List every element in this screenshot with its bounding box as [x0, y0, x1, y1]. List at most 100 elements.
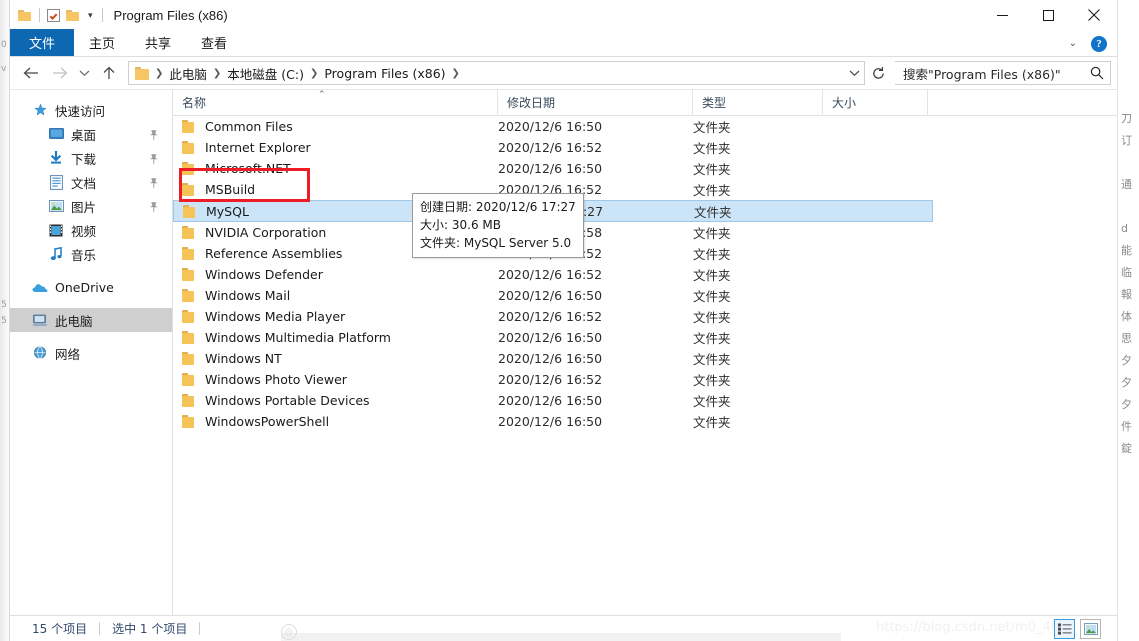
sidebar-item-label: 视频 [71, 223, 97, 239]
cell-name: Microsoft.NET [173, 161, 498, 176]
table-row[interactable]: Windows Portable Devices 2020/12/6 16:50 文… [173, 390, 1117, 411]
help-icon[interactable]: ? [1091, 35, 1107, 52]
toolbar-divider [39, 8, 40, 22]
table-row[interactable]: Internet Explorer 2020/12/6 16:52 文件夹 [173, 137, 1117, 158]
breadcrumb-separator-icon[interactable]: ❯ [308, 68, 320, 79]
table-row[interactable]: Windows Mail 2020/12/6 16:50 文件夹 [173, 285, 1117, 306]
breadcrumb-item-this-pc[interactable]: 此电脑 [165, 64, 211, 83]
sidebar-item-pictures[interactable]: 图片 [10, 194, 172, 218]
tab-home[interactable]: 主页 [74, 29, 130, 56]
pin-icon[interactable] [149, 128, 159, 140]
new-folder-icon[interactable] [66, 9, 80, 21]
title-bar: ▾ Program Files (x86) [10, 0, 1117, 30]
tab-file[interactable]: 文件 [10, 29, 75, 56]
table-row[interactable]: Microsoft.NET 2020/12/6 16:50 文件夹 [173, 158, 1117, 179]
column-header-date-modified[interactable]: 修改日期 [498, 90, 693, 116]
folder-icon[interactable] [18, 9, 32, 21]
file-name-label: Windows Multimedia Platform [205, 330, 391, 345]
cell-date-modified: 2020/12/6 16:52 [498, 140, 603, 155]
pin-icon[interactable] [149, 200, 159, 212]
file-rows: Common Files 2020/12/6 16:50 文件夹 Internet E… [173, 116, 1117, 432]
sidebar-item-music[interactable]: 音乐 [10, 242, 172, 266]
file-name-label: Internet Explorer [205, 140, 311, 155]
network-icon [32, 345, 48, 361]
table-row[interactable]: WindowsPowerShell 2020/12/6 16:50 文件夹 [173, 411, 1117, 432]
cell-date-modified: 2020/12/6 16:52 [498, 267, 603, 282]
table-row[interactable]: Windows Media Player 2020/12/6 16:52 文件夹 [173, 306, 1117, 327]
table-row[interactable]: Windows NT 2020/12/6 16:50 文件夹 [173, 348, 1117, 369]
view-mode-buttons [1054, 618, 1101, 639]
table-row[interactable]: Windows Defender 2020/12/6 16:52 文件夹 [173, 264, 1117, 285]
column-header-size[interactable]: 大小 [823, 90, 928, 116]
table-row[interactable]: Reference Assemblies2020/12/6 16:52文件夹 [173, 243, 1117, 264]
tab-share[interactable]: 共享 [130, 29, 186, 56]
properties-checkbox-icon[interactable] [47, 8, 60, 22]
customize-chevron-down-icon[interactable]: ▾ [86, 10, 95, 20]
table-row[interactable]: Windows Photo Viewer 2020/12/6 16:52 文件夹 [173, 369, 1117, 390]
table-row[interactable]: MSBuild 2020/12/6 16:52 文件夹 [173, 179, 1117, 200]
forward-arrow-icon[interactable] [46, 60, 72, 86]
table-row[interactable]: Common Files 2020/12/6 16:50 文件夹 [173, 116, 1117, 137]
file-name-label: Windows Portable Devices [205, 393, 370, 408]
details-view-icon[interactable] [1054, 618, 1075, 639]
table-row[interactable]: NVIDIA Corporation2020/12/6 16:58文件夹 [173, 222, 1117, 243]
large-icons-view-icon[interactable] [1080, 618, 1101, 639]
sidebar-item-quick-access[interactable]: 快速访问 [10, 98, 172, 122]
cell-date-modified: 2020/12/6 16:50 [498, 161, 603, 176]
folder-icon [182, 268, 197, 281]
close-icon[interactable] [1071, 0, 1117, 30]
cell-name: Windows Media Player [173, 309, 498, 324]
column-header-label: 大小 [832, 95, 857, 110]
sidebar-item-label: 快速访问 [55, 103, 106, 119]
pin-icon[interactable] [149, 152, 159, 164]
folder-icon [182, 352, 197, 365]
breadcrumb-separator-icon[interactable]: ❯ [450, 68, 462, 79]
breadcrumb-item-program-files-x86[interactable]: Program Files (x86) [320, 66, 449, 81]
tooltip-line-size: 大小: 30.6 MB [420, 218, 501, 232]
pin-icon[interactable] [149, 176, 159, 188]
cell-type: 文件夹 [694, 204, 732, 220]
maximize-icon[interactable] [1025, 0, 1071, 30]
sidebar-item-documents[interactable]: 文档 [10, 170, 172, 194]
status-item-count: 15 个项目 [32, 622, 88, 636]
tab-view[interactable]: 查看 [186, 29, 242, 56]
ribbon-expand-chevron-down-icon[interactable]: ⌄ [1065, 36, 1081, 51]
minimize-icon[interactable] [979, 0, 1025, 30]
file-name-label: Windows Mail [205, 288, 291, 303]
navigation-pane: 快速访问 桌面 下载 文档 图片 视频 音乐 OneDrive 此电脑 网络 [10, 90, 173, 615]
sidebar-item-downloads[interactable]: 下载 [10, 146, 172, 170]
address-bar[interactable]: ❯ 此电脑 ❯ 本地磁盘 (C:) ❯ Program Files (x86) … [128, 61, 865, 85]
quick-access-toolbar: ▾ [10, 0, 104, 30]
file-name-label: WindowsPowerShell [205, 414, 330, 429]
status-divider [99, 622, 101, 635]
table-row[interactable]: Windows Multimedia Platform 2020/12/6 16:… [173, 327, 1117, 348]
explorer-body: 快速访问 桌面 下载 文档 图片 视频 音乐 OneDrive 此电脑 网络 名… [10, 89, 1117, 615]
sidebar-item-videos[interactable]: 视频 [10, 218, 172, 242]
download-icon [48, 150, 64, 166]
refresh-icon[interactable] [867, 61, 889, 85]
folder-icon [182, 226, 197, 239]
sidebar-item-onedrive[interactable]: OneDrive [10, 275, 172, 299]
sidebar-item-this-pc[interactable]: 此电脑 [10, 308, 172, 332]
breadcrumb-folder-icon[interactable] [135, 66, 150, 80]
sidebar-item-desktop[interactable]: 桌面 [10, 122, 172, 146]
column-header-name[interactable]: 名称 ⌃ [173, 90, 498, 116]
address-dropdown-chevron-down-icon[interactable] [844, 62, 864, 84]
documents-icon [48, 174, 64, 190]
recent-locations-chevron-down-icon[interactable] [74, 60, 94, 86]
up-arrow-icon[interactable] [96, 60, 122, 86]
breadcrumb-item-local-disk-c[interactable]: 本地磁盘 (C:) [223, 64, 308, 83]
back-arrow-icon[interactable] [18, 60, 44, 86]
column-header-type[interactable]: 类型 [693, 90, 823, 116]
search-input[interactable]: 搜索"Program Files (x86)" [895, 61, 1111, 85]
folder-tooltip: 创建日期: 2020/12/6 17:27 大小: 30.6 MB 文件夹: M… [412, 193, 584, 258]
cell-name: Windows Portable Devices [173, 393, 498, 408]
pictures-icon [48, 198, 64, 214]
breadcrumb-separator-icon[interactable]: ❯ [211, 68, 223, 79]
folder-icon [182, 120, 197, 133]
search-placeholder: 搜索"Program Files (x86)" [903, 66, 1061, 82]
folder-icon [183, 204, 198, 218]
search-icon[interactable] [1084, 66, 1110, 80]
breadcrumb-separator-icon[interactable]: ❯ [153, 68, 165, 79]
sidebar-item-network[interactable]: 网络 [10, 341, 172, 365]
